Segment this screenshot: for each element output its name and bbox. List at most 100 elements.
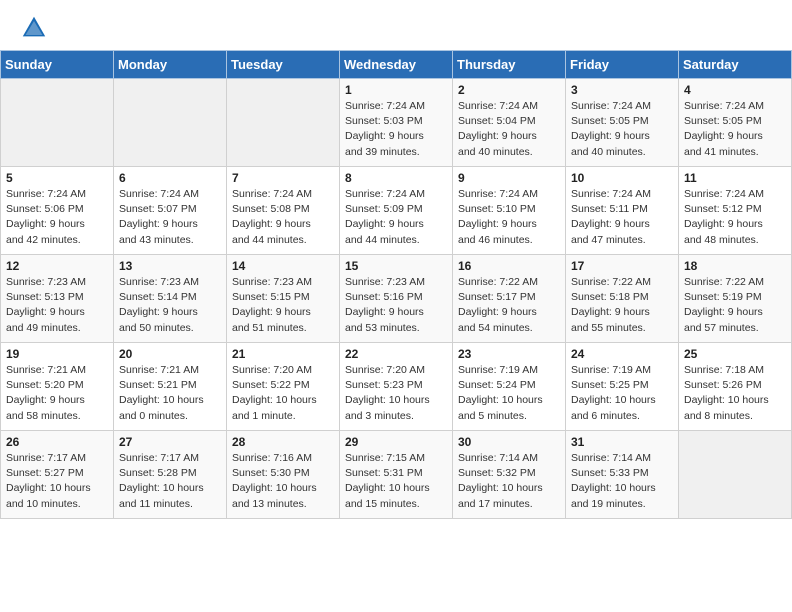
day-number: 12: [6, 259, 108, 273]
day-info: Sunrise: 7:20 AM Sunset: 5:23 PM Dayligh…: [345, 363, 447, 424]
day-cell-14: 14 Sunrise: 7:23 AM Sunset: 5:15 PM Dayli…: [227, 255, 340, 343]
day-info: Sunrise: 7:24 AM Sunset: 5:09 PM Dayligh…: [345, 187, 447, 248]
day-cell-15: 15 Sunrise: 7:23 AM Sunset: 5:16 PM Dayli…: [340, 255, 453, 343]
day-info: Sunrise: 7:24 AM Sunset: 5:10 PM Dayligh…: [458, 187, 560, 248]
day-number: 7: [232, 171, 334, 185]
day-cell-8: 8Sunrise: 7:24 AM Sunset: 5:09 PM Daylig…: [340, 167, 453, 255]
day-info: Sunrise: 7:20 AM Sunset: 5:22 PM Dayligh…: [232, 363, 334, 424]
calendar-header-row: SundayMondayTuesdayWednesdayThursdayFrid…: [1, 51, 792, 79]
day-info: Sunrise: 7:24 AM Sunset: 5:04 PM Dayligh…: [458, 99, 560, 160]
day-cell-24: 24Sunrise: 7:19 AM Sunset: 5:25 PM Dayli…: [566, 343, 679, 431]
day-info: Sunrise: 7:14 AM Sunset: 5:32 PM Dayligh…: [458, 451, 560, 512]
logo: [20, 14, 52, 42]
day-number: 1: [345, 83, 447, 97]
day-cell-26: 26 Sunrise: 7:17 AM Sunset: 5:27 PM Dayli…: [1, 431, 114, 519]
day-number: 31: [571, 435, 673, 449]
day-number: 17: [571, 259, 673, 273]
day-info: Sunrise: 7:23 AM Sunset: 5:15 PM Dayligh…: [232, 275, 334, 336]
day-cell-21: 21 Sunrise: 7:20 AM Sunset: 5:22 PM Dayli…: [227, 343, 340, 431]
day-cell-13: 13 Sunrise: 7:23 AM Sunset: 5:14 PM Dayli…: [114, 255, 227, 343]
day-header-wednesday: Wednesday: [340, 51, 453, 79]
week-row-5: 26 Sunrise: 7:17 AM Sunset: 5:27 PM Dayli…: [1, 431, 792, 519]
day-number: 11: [684, 171, 786, 185]
day-number: 13: [119, 259, 221, 273]
empty-cell: [679, 431, 792, 519]
day-cell-9: 9 Sunrise: 7:24 AM Sunset: 5:10 PM Daylig…: [453, 167, 566, 255]
day-number: 20: [119, 347, 221, 361]
day-cell-31: 31Sunrise: 7:14 AM Sunset: 5:33 PM Dayli…: [566, 431, 679, 519]
week-row-1: 1 Sunrise: 7:24 AM Sunset: 5:03 PM Daylig…: [1, 79, 792, 167]
day-number: 25: [684, 347, 786, 361]
week-row-2: 5Sunrise: 7:24 AM Sunset: 5:06 PM Daylig…: [1, 167, 792, 255]
empty-cell: [114, 79, 227, 167]
day-info: Sunrise: 7:17 AM Sunset: 5:27 PM Dayligh…: [6, 451, 108, 512]
day-cell-17: 17Sunrise: 7:22 AM Sunset: 5:18 PM Dayli…: [566, 255, 679, 343]
day-info: Sunrise: 7:22 AM Sunset: 5:19 PM Dayligh…: [684, 275, 786, 336]
day-number: 28: [232, 435, 334, 449]
day-number: 21: [232, 347, 334, 361]
day-number: 26: [6, 435, 108, 449]
day-info: Sunrise: 7:19 AM Sunset: 5:25 PM Dayligh…: [571, 363, 673, 424]
day-number: 22: [345, 347, 447, 361]
day-info: Sunrise: 7:24 AM Sunset: 5:05 PM Dayligh…: [684, 99, 786, 160]
header: [0, 0, 792, 50]
day-info: Sunrise: 7:24 AM Sunset: 5:12 PM Dayligh…: [684, 187, 786, 248]
empty-cell: [1, 79, 114, 167]
day-number: 15: [345, 259, 447, 273]
day-info: Sunrise: 7:21 AM Sunset: 5:20 PM Dayligh…: [6, 363, 108, 424]
day-info: Sunrise: 7:24 AM Sunset: 5:06 PM Dayligh…: [6, 187, 108, 248]
day-number: 2: [458, 83, 560, 97]
day-cell-7: 7 Sunrise: 7:24 AM Sunset: 5:08 PM Daylig…: [227, 167, 340, 255]
day-info: Sunrise: 7:24 AM Sunset: 5:08 PM Dayligh…: [232, 187, 334, 248]
day-number: 9: [458, 171, 560, 185]
day-number: 6: [119, 171, 221, 185]
day-number: 30: [458, 435, 560, 449]
day-info: Sunrise: 7:24 AM Sunset: 5:11 PM Dayligh…: [571, 187, 673, 248]
day-info: Sunrise: 7:23 AM Sunset: 5:16 PM Dayligh…: [345, 275, 447, 336]
day-header-saturday: Saturday: [679, 51, 792, 79]
day-number: 16: [458, 259, 560, 273]
day-info: Sunrise: 7:15 AM Sunset: 5:31 PM Dayligh…: [345, 451, 447, 512]
day-cell-30: 30 Sunrise: 7:14 AM Sunset: 5:32 PM Dayli…: [453, 431, 566, 519]
week-row-4: 19Sunrise: 7:21 AM Sunset: 5:20 PM Dayli…: [1, 343, 792, 431]
day-header-friday: Friday: [566, 51, 679, 79]
day-cell-2: 2 Sunrise: 7:24 AM Sunset: 5:04 PM Daylig…: [453, 79, 566, 167]
day-cell-1: 1 Sunrise: 7:24 AM Sunset: 5:03 PM Daylig…: [340, 79, 453, 167]
day-cell-11: 11 Sunrise: 7:24 AM Sunset: 5:12 PM Dayli…: [679, 167, 792, 255]
day-number: 23: [458, 347, 560, 361]
day-number: 27: [119, 435, 221, 449]
day-cell-22: 22 Sunrise: 7:20 AM Sunset: 5:23 PM Dayli…: [340, 343, 453, 431]
day-cell-18: 18Sunrise: 7:22 AM Sunset: 5:19 PM Dayli…: [679, 255, 792, 343]
day-header-monday: Monday: [114, 51, 227, 79]
empty-cell: [227, 79, 340, 167]
day-cell-4: 4Sunrise: 7:24 AM Sunset: 5:05 PM Daylig…: [679, 79, 792, 167]
day-number: 14: [232, 259, 334, 273]
day-info: Sunrise: 7:24 AM Sunset: 5:03 PM Dayligh…: [345, 99, 447, 160]
day-cell-10: 10 Sunrise: 7:24 AM Sunset: 5:11 PM Dayli…: [566, 167, 679, 255]
day-info: Sunrise: 7:21 AM Sunset: 5:21 PM Dayligh…: [119, 363, 221, 424]
day-cell-23: 23 Sunrise: 7:19 AM Sunset: 5:24 PM Dayli…: [453, 343, 566, 431]
day-cell-20: 20 Sunrise: 7:21 AM Sunset: 5:21 PM Dayli…: [114, 343, 227, 431]
day-cell-25: 25Sunrise: 7:18 AM Sunset: 5:26 PM Dayli…: [679, 343, 792, 431]
day-number: 3: [571, 83, 673, 97]
day-header-sunday: Sunday: [1, 51, 114, 79]
day-info: Sunrise: 7:22 AM Sunset: 5:17 PM Dayligh…: [458, 275, 560, 336]
day-cell-29: 29 Sunrise: 7:15 AM Sunset: 5:31 PM Dayli…: [340, 431, 453, 519]
logo-icon: [20, 14, 48, 42]
day-cell-3: 3 Sunrise: 7:24 AM Sunset: 5:05 PM Daylig…: [566, 79, 679, 167]
calendar: SundayMondayTuesdayWednesdayThursdayFrid…: [0, 50, 792, 519]
day-info: Sunrise: 7:24 AM Sunset: 5:07 PM Dayligh…: [119, 187, 221, 248]
day-cell-5: 5Sunrise: 7:24 AM Sunset: 5:06 PM Daylig…: [1, 167, 114, 255]
day-header-tuesday: Tuesday: [227, 51, 340, 79]
day-number: 10: [571, 171, 673, 185]
day-cell-6: 6 Sunrise: 7:24 AM Sunset: 5:07 PM Daylig…: [114, 167, 227, 255]
day-cell-28: 28 Sunrise: 7:16 AM Sunset: 5:30 PM Dayli…: [227, 431, 340, 519]
day-cell-27: 27Sunrise: 7:17 AM Sunset: 5:28 PM Dayli…: [114, 431, 227, 519]
day-info: Sunrise: 7:24 AM Sunset: 5:05 PM Dayligh…: [571, 99, 673, 160]
day-cell-19: 19Sunrise: 7:21 AM Sunset: 5:20 PM Dayli…: [1, 343, 114, 431]
day-info: Sunrise: 7:19 AM Sunset: 5:24 PM Dayligh…: [458, 363, 560, 424]
day-info: Sunrise: 7:16 AM Sunset: 5:30 PM Dayligh…: [232, 451, 334, 512]
day-info: Sunrise: 7:23 AM Sunset: 5:14 PM Dayligh…: [119, 275, 221, 336]
day-info: Sunrise: 7:23 AM Sunset: 5:13 PM Dayligh…: [6, 275, 108, 336]
day-number: 29: [345, 435, 447, 449]
